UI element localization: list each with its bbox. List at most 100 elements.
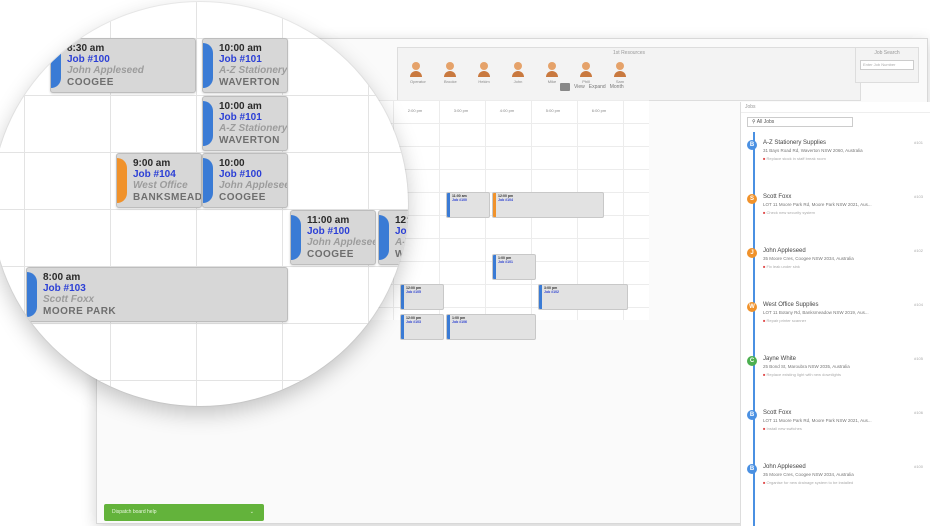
- staff-avatar[interactable]: Mike: [546, 62, 558, 84]
- job-card-number: Job #103: [43, 283, 86, 294]
- job-status-stripe: [51, 43, 61, 88]
- schedule-job-card[interactable]: 1:00 pm Job #106: [446, 314, 536, 340]
- time-column-label: 5:00 pm: [545, 108, 561, 113]
- schedule-job-card[interactable]: 12:00 pm Job #104: [492, 192, 604, 218]
- job-card-number: Job #100: [67, 54, 110, 65]
- magnified-job-card[interactable]: 12:Job #A-ZW: [378, 210, 408, 265]
- job-card-time: 8:00 am: [43, 272, 81, 283]
- job-list-item[interactable]: B John Appleseed #100 35 Moore Cres, Coogee…: [747, 458, 929, 506]
- job-number: #100: [914, 464, 923, 469]
- magnified-job-card[interactable]: 10:00 am Job #101 A-Z Stationery WAVERTON: [202, 96, 288, 151]
- job-status-dot: S: [747, 194, 757, 204]
- job-status-dot: B: [747, 464, 757, 474]
- magnifier-zoom: 8:30 am Job #100 John Appleseed COOGEE 10:00…: [0, 2, 408, 406]
- job-client-name: John Appleseed: [763, 464, 806, 470]
- calendar-icon[interactable]: [560, 83, 570, 91]
- job-address: LOT 11 Moore Park Rd, Moore Park NSW 202…: [763, 202, 872, 207]
- avatar-head-icon: [514, 62, 522, 70]
- job-address: LOT 11 Botany Rd, Banksmeadow NSW 2019, …: [763, 310, 869, 315]
- job-list-item[interactable]: W West Office Supplies #104 LOT 11 Botany R…: [747, 296, 929, 344]
- month-button[interactable]: Month: [610, 84, 624, 90]
- magnified-job-card[interactable]: 11:00 amJob #100John AppleseedCOOGEE: [290, 210, 376, 265]
- staff-resource-bar: 1st Resources Operator Brooke Hekim John Mik…: [397, 47, 861, 101]
- magnified-job-card[interactable]: 10:00 am Job #101 A-Z Stationery WAVERTON: [202, 38, 288, 93]
- job-card-number: Job #104: [133, 169, 176, 180]
- job-note: Organise for new drainage system to be i…: [763, 480, 913, 485]
- dispatch-help-button[interactable]: Dispatch board help ⌄: [104, 504, 264, 521]
- schedule-job-card[interactable]: 1:00 pm Job #101: [492, 254, 536, 280]
- magnified-job-card[interactable]: 10:00Job #100John AppleseedCOOGEE: [202, 153, 288, 208]
- avatar-body-icon: [546, 71, 558, 77]
- job-number: #105: [914, 356, 923, 361]
- time-column-label: 3:00 pm: [453, 108, 469, 113]
- job-card-number: Job #106: [452, 320, 467, 324]
- job-status-stripe: [291, 215, 301, 260]
- job-card-number: Job #105: [406, 290, 421, 294]
- job-address: 35 Moore Cres, Coogee NSW 2034, Australi…: [763, 472, 854, 477]
- staff-name: Mike: [547, 79, 557, 84]
- job-status-dot: B: [747, 410, 757, 420]
- job-card-time: 10:00: [219, 158, 245, 169]
- schedule-job-card[interactable]: 11:00 am Job #100: [446, 192, 490, 218]
- avatar-head-icon: [548, 62, 556, 70]
- staff-avatar[interactable]: Sam: [614, 62, 626, 84]
- jobs-panel: Jobs ⚲ All Jobs B A-Z Stationery Supplies…: [740, 102, 930, 526]
- job-card-number: Job #101: [219, 54, 262, 65]
- job-list-item[interactable]: B A-Z Stationery Supplies #101 31 Bays Road…: [747, 134, 929, 182]
- job-card-time: 9:00 am: [133, 158, 171, 169]
- job-search-panel: Job Search Enter Job Number: [855, 47, 919, 83]
- job-card-suburb: WAVERTON: [219, 77, 280, 88]
- expand-button[interactable]: Expand: [589, 84, 606, 90]
- job-card-number: Job #102: [544, 290, 559, 294]
- avatar-body-icon: [614, 71, 626, 77]
- magnified-job-card[interactable]: 8:00 am Job #103 Scott Foxx MOORE PARK: [26, 267, 288, 322]
- job-card-client: A-Z Stationery: [219, 65, 288, 76]
- jobs-filter-select[interactable]: ⚲ All Jobs: [747, 117, 853, 127]
- job-address: 25 Bond St, Maroubra NSW 2035, Australia: [763, 364, 850, 369]
- time-column-label: 6:00 pm: [591, 108, 607, 113]
- job-card-number: Job #101: [498, 260, 513, 264]
- job-status-stripe: [203, 101, 213, 146]
- avatar-head-icon: [616, 62, 624, 70]
- job-list-item[interactable]: J John Appleseed #102 35 Moore Cres, Coogee…: [747, 242, 929, 290]
- staff-avatar[interactable]: Hekim: [478, 62, 490, 84]
- job-card-client: A-Z: [395, 237, 408, 248]
- job-list-item[interactable]: S Scott Foxx #103 LOT 11 Moore Park Rd, Moo…: [747, 188, 929, 236]
- staff-avatar[interactable]: Phill: [580, 62, 592, 84]
- staff-avatar[interactable]: Brooke: [444, 62, 457, 84]
- staff-name: Brooke: [444, 79, 457, 84]
- job-card-time: 10:00 am: [219, 43, 262, 54]
- job-address: 31 Bays Road Rd, Waverton NSW 2060, Aust…: [763, 148, 863, 153]
- jobs-filter-value: All Jobs: [756, 119, 775, 125]
- job-list-item[interactable]: C Jayne White #105 25 Bond St, Maroubra NSW…: [747, 350, 929, 398]
- view-button[interactable]: View: [574, 84, 585, 90]
- avatar-head-icon: [412, 62, 420, 70]
- schedule-job-card[interactable]: 3:00 pm Job #102: [538, 284, 628, 310]
- staff-name: Operator: [410, 79, 426, 84]
- staff-avatar[interactable]: Operator: [410, 62, 426, 84]
- job-client-name: Jayne White: [763, 356, 797, 362]
- staff-avatar-row: Operator Brooke Hekim John Mike Phill Sam: [410, 62, 860, 84]
- job-status-stripe: [27, 272, 37, 317]
- staff-avatar[interactable]: John: [512, 62, 524, 84]
- staff-name: John: [513, 79, 523, 84]
- schedule-toolbar: View Expand Month: [560, 83, 624, 91]
- job-list-item[interactable]: B Scott Foxx #106 LOT 11 Moore Park Rd, Moo…: [747, 404, 929, 452]
- job-client-name: West Office Supplies: [763, 302, 819, 308]
- magnified-job-card[interactable]: 9:00 amJob #104West OfficeBANKSMEADOW: [116, 153, 202, 208]
- job-card-number: Job #101: [219, 112, 262, 123]
- avatar-head-icon: [480, 62, 488, 70]
- chevron-down-icon: ⌄: [249, 509, 254, 515]
- job-search-title: Job Search: [874, 50, 900, 56]
- job-status-dot: W: [747, 302, 757, 312]
- job-card-number: Job #103: [406, 320, 421, 324]
- magnified-job-card[interactable]: 8:30 am Job #100 John Appleseed COOGEE: [50, 38, 196, 93]
- job-card-number: Job #: [395, 226, 408, 237]
- job-address: 35 Moore Cres, Coogee NSW 2034, Australi…: [763, 256, 854, 261]
- job-card-suburb: COOGEE: [67, 77, 114, 88]
- job-search-input[interactable]: Enter Job Number: [860, 60, 914, 70]
- avatar-body-icon: [512, 71, 524, 77]
- job-card-suburb: W: [395, 249, 405, 260]
- job-card-number: Job #100: [219, 169, 262, 180]
- job-status-stripe: [379, 215, 389, 260]
